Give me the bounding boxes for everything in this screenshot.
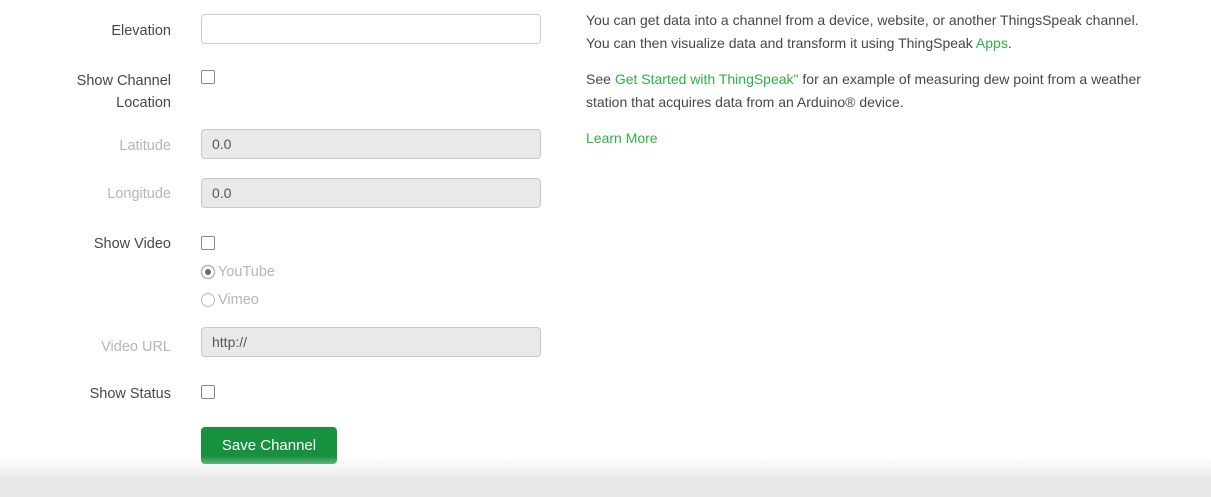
youtube-radio [201,265,215,279]
longitude-label: Longitude [0,183,171,205]
video-url-label: Video URL [0,336,171,358]
latitude-label: Latitude [0,135,171,157]
video-url-input [201,327,541,357]
footer-strip [0,478,1211,497]
video-service-option-youtube: YouTube [201,264,275,280]
latitude-input [201,129,541,159]
channel-settings-page: Elevation Show Channel Location Latitude… [0,0,1211,497]
show-channel-location-checkbox[interactable] [201,70,215,84]
show-status-label: Show Status [0,383,171,405]
learn-more-link[interactable]: Learn More [586,127,658,149]
show-channel-location-label: Show Channel Location [71,70,171,114]
elevation-input[interactable] [201,14,541,44]
content-bottom-shadow [0,456,1211,478]
apps-link[interactable]: Apps [976,35,1008,51]
youtube-radio-label: YouTube [218,264,275,280]
longitude-input [201,178,541,208]
get-started-link[interactable]: Get Started with ThingSpeak" [615,71,799,87]
help-paragraph-2: See Get Started with ThingSpeak" for an … [586,68,1142,113]
show-video-checkbox[interactable] [201,236,215,250]
text-segment: See [586,71,615,87]
text-segment: . [1008,35,1012,51]
text-segment: You can get data into a channel from a d… [586,12,1139,51]
vimeo-radio-label: Vimeo [218,292,259,308]
show-video-label: Show Video [0,233,171,255]
help-panel: You can get data into a channel from a d… [586,9,1142,150]
elevation-label: Elevation [0,20,171,42]
help-paragraph-1: You can get data into a channel from a d… [586,9,1142,54]
video-service-option-vimeo: Vimeo [201,292,259,308]
vimeo-radio [201,293,215,307]
show-status-checkbox[interactable] [201,385,215,399]
